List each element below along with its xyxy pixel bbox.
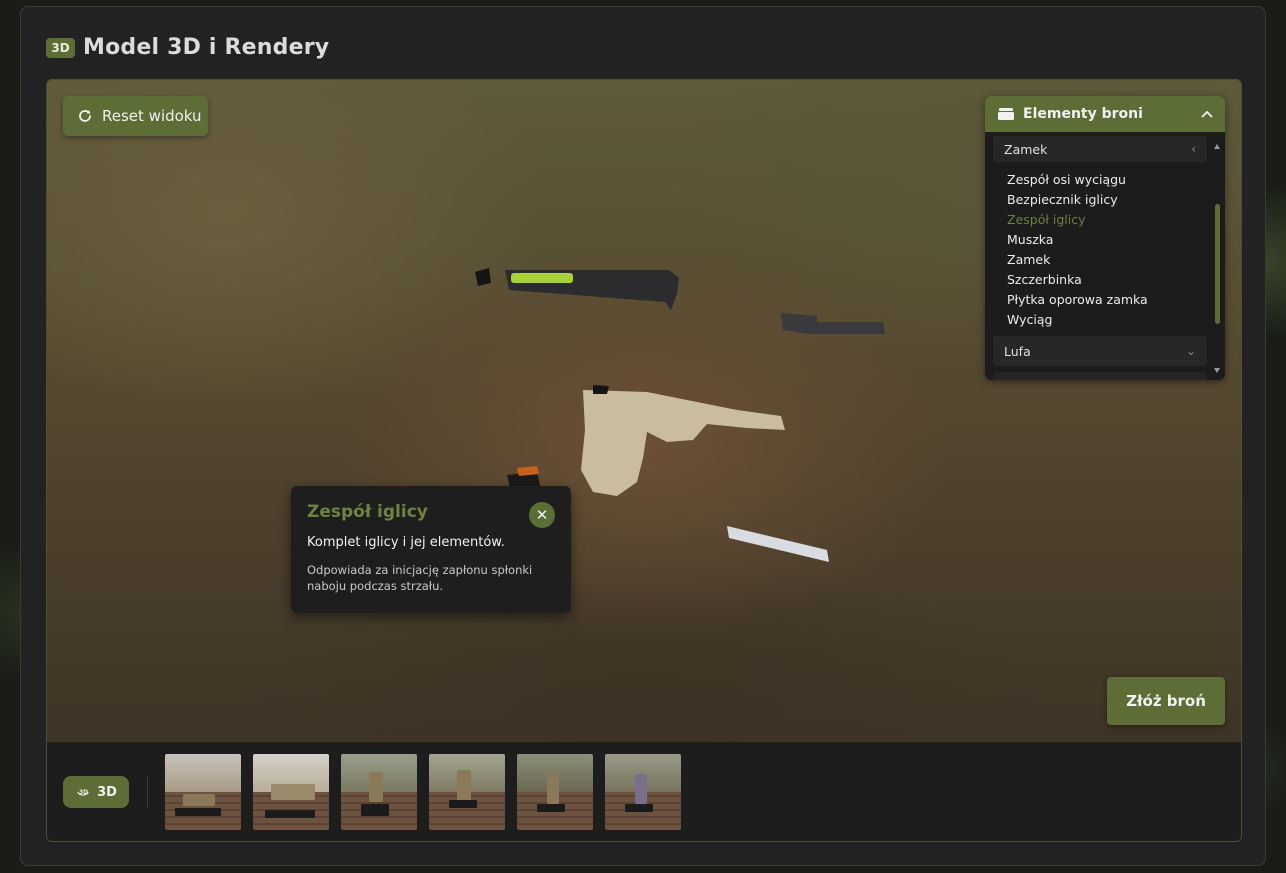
- group-lufa[interactable]: Lufa ⌄: [993, 336, 1207, 366]
- reset-view-button[interactable]: Reset widoku: [63, 96, 208, 136]
- rotate-3d-icon: 3D: [77, 789, 89, 796]
- 3d-mode-label: 3D: [97, 784, 117, 800]
- model-card: 3D Model 3D i Rendery Reset widoku Eleme…: [20, 6, 1266, 866]
- parts-panel-header[interactable]: Elementy broni: [985, 96, 1225, 132]
- firing-pin-highlight[interactable]: [511, 273, 573, 283]
- render-thumbnail[interactable]: [429, 754, 505, 830]
- page-title: Model 3D i Rendery: [83, 35, 330, 60]
- chevron-left-icon: ‹: [1191, 142, 1196, 156]
- part-item[interactable]: Szczerbinka: [1007, 270, 1225, 290]
- render-thumbnail[interactable]: [517, 754, 593, 830]
- svg-text:3D: 3D: [79, 789, 88, 796]
- 3d-badge: 3D: [46, 37, 75, 58]
- group-label: Zamek: [1004, 141, 1048, 157]
- group-next[interactable]: [993, 372, 1207, 380]
- part-item[interactable]: Wyciąg: [1007, 310, 1225, 330]
- divider: [147, 776, 148, 808]
- scroll-down-arrow[interactable]: [1214, 368, 1220, 373]
- part-item[interactable]: Bezpiecznik iglicy: [1007, 190, 1225, 210]
- close-icon[interactable]: ✕: [529, 502, 555, 528]
- scrollbar-thumb[interactable]: [1215, 204, 1220, 324]
- parts-panel-title: Elementy broni: [1023, 106, 1143, 122]
- part-item[interactable]: Płytka oporowa zamka: [1007, 290, 1225, 310]
- layers-icon: [998, 108, 1014, 120]
- scroll-up-arrow[interactable]: [1214, 144, 1220, 149]
- recoil-spring-part[interactable]: [727, 526, 829, 562]
- group-zamek[interactable]: Zamek ‹: [993, 136, 1207, 162]
- slide-stop-lever[interactable]: [593, 385, 609, 394]
- 3d-mode-button[interactable]: 3D 3D: [63, 776, 129, 808]
- part-info-subtitle: Komplet iglicy i jej elementów.: [307, 535, 505, 550]
- 3d-canvas[interactable]: Reset widoku Elementy broni Zamek ‹ Zesp…: [47, 80, 1241, 742]
- reset-view-label: Reset widoku: [102, 107, 202, 125]
- render-thumbnail[interactable]: [605, 754, 681, 830]
- refresh-icon: [79, 110, 91, 122]
- part-item[interactable]: Zespół osi wyciągu: [1007, 170, 1225, 190]
- part-info-popup: Zespół iglicy ✕ Komplet iglicy i jej ele…: [291, 486, 571, 613]
- render-thumbnail[interactable]: [165, 754, 241, 830]
- zamek-items-list: Zespół osi wyciągu Bezpiecznik iglicy Ze…: [985, 162, 1225, 330]
- slide-cover-plate[interactable]: [475, 268, 491, 286]
- section-header: 3D Model 3D i Rendery: [46, 35, 329, 60]
- model-viewer: Reset widoku Elementy broni Zamek ‹ Zesp…: [46, 79, 1242, 842]
- render-thumbnail[interactable]: [253, 754, 329, 830]
- part-item-active[interactable]: Zespół iglicy: [1007, 210, 1225, 230]
- thumbnail-bar: 3D 3D: [47, 742, 1241, 841]
- part-info-description: Odpowiada za inicjację zapłonu spłonki n…: [307, 563, 533, 593]
- part-item[interactable]: Zamek: [1007, 250, 1225, 270]
- barrel-part[interactable]: [781, 313, 885, 334]
- frame-part[interactable]: [581, 390, 785, 496]
- assemble-weapon-button[interactable]: Złóż broń: [1107, 677, 1225, 725]
- render-thumbnail[interactable]: [341, 754, 417, 830]
- part-item[interactable]: Muszka: [1007, 230, 1225, 250]
- chevron-up-icon[interactable]: [1201, 110, 1213, 118]
- part-info-title: Zespół iglicy: [307, 502, 428, 522]
- weapon-parts-panel: Elementy broni Zamek ‹ Zespół osi wyciąg…: [985, 96, 1225, 380]
- chevron-down-icon: ⌄: [1185, 344, 1196, 358]
- group-label: Lufa: [1004, 343, 1031, 359]
